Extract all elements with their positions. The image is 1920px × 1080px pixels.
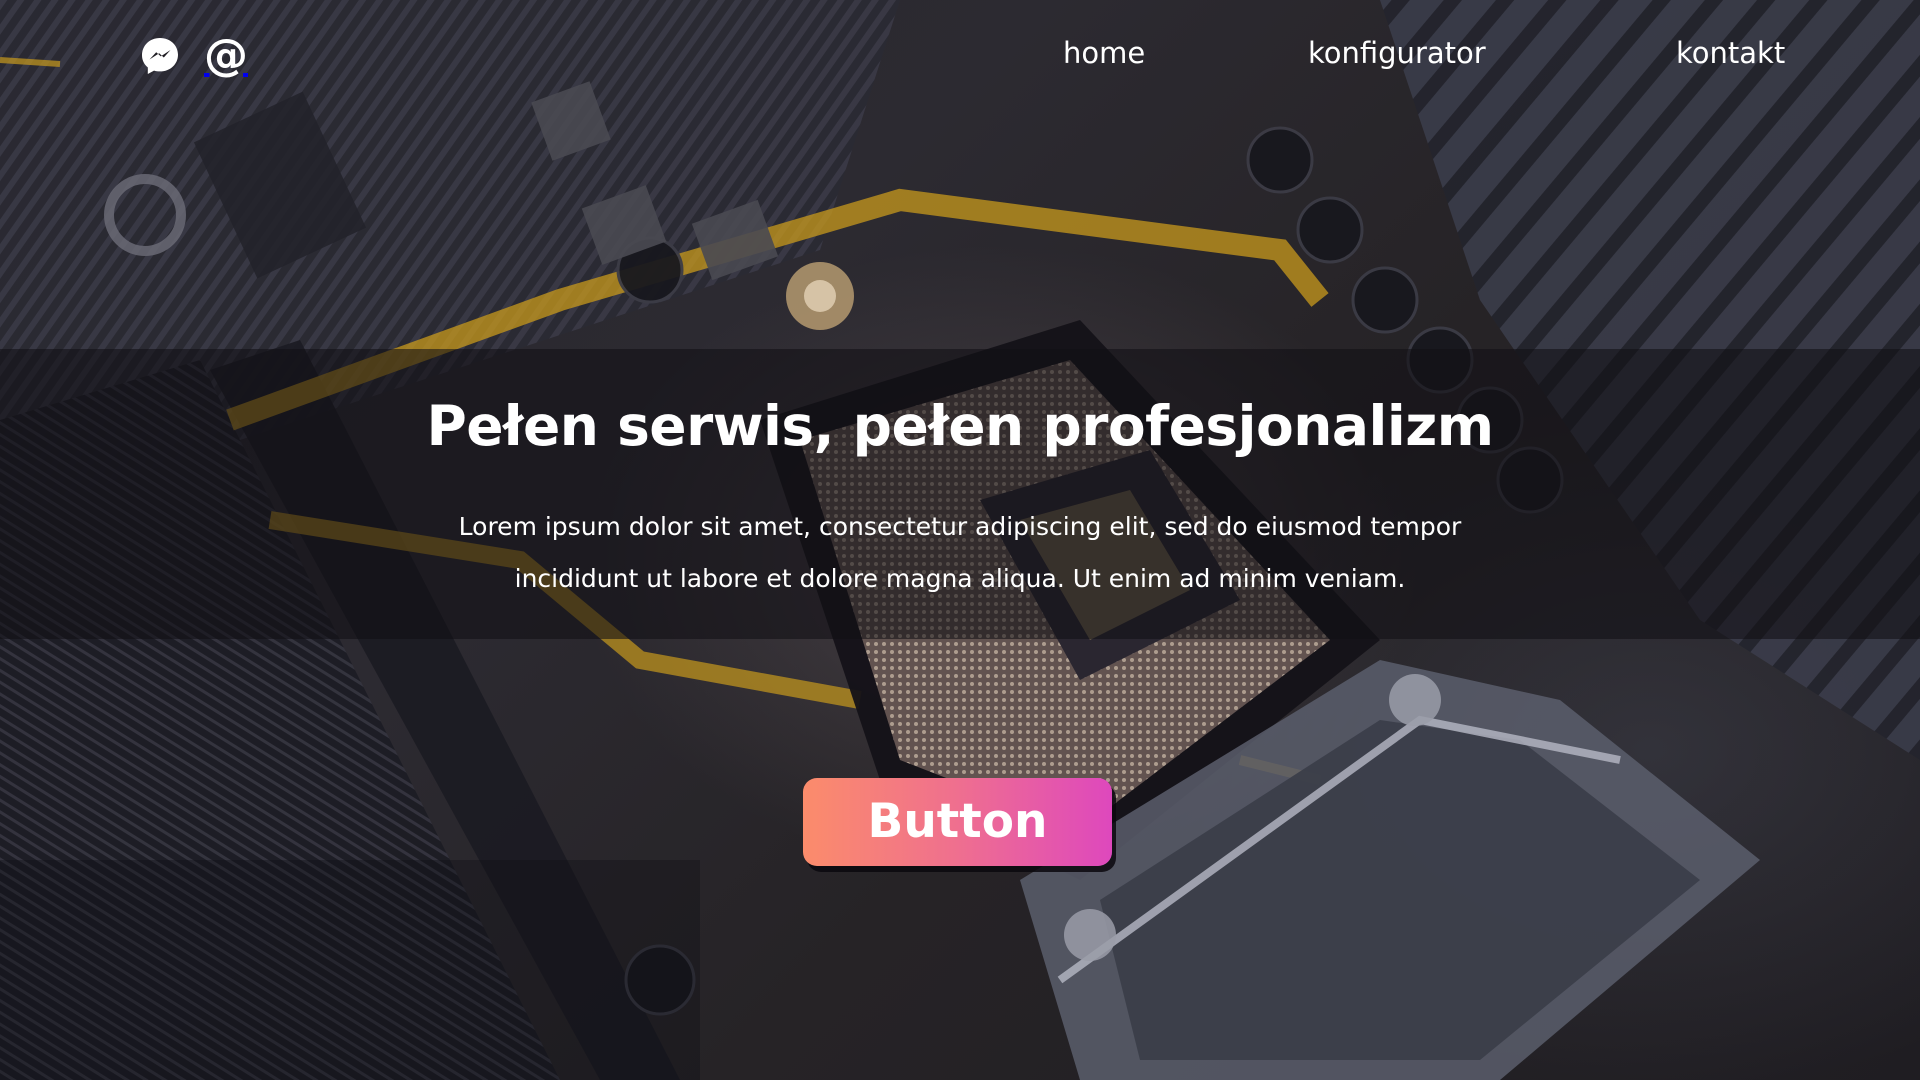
nav-link-home[interactable]: home [1063,31,1145,75]
hero-band: Pełen serwis, pełen profesjonalizm Lorem… [0,349,1920,639]
cta-button[interactable]: Button [803,778,1112,866]
hero-title: Pełen serwis, pełen profesjonalizm [426,394,1494,458]
main-nav: home konfigurator kontakt [0,31,1920,75]
nav-link-konfigurator[interactable]: konfigurator [1308,31,1486,75]
hero-description: Lorem ipsum dolor sit amet, consectetur … [458,512,1462,593]
nav-link-kontakt[interactable]: kontakt [1676,31,1785,75]
